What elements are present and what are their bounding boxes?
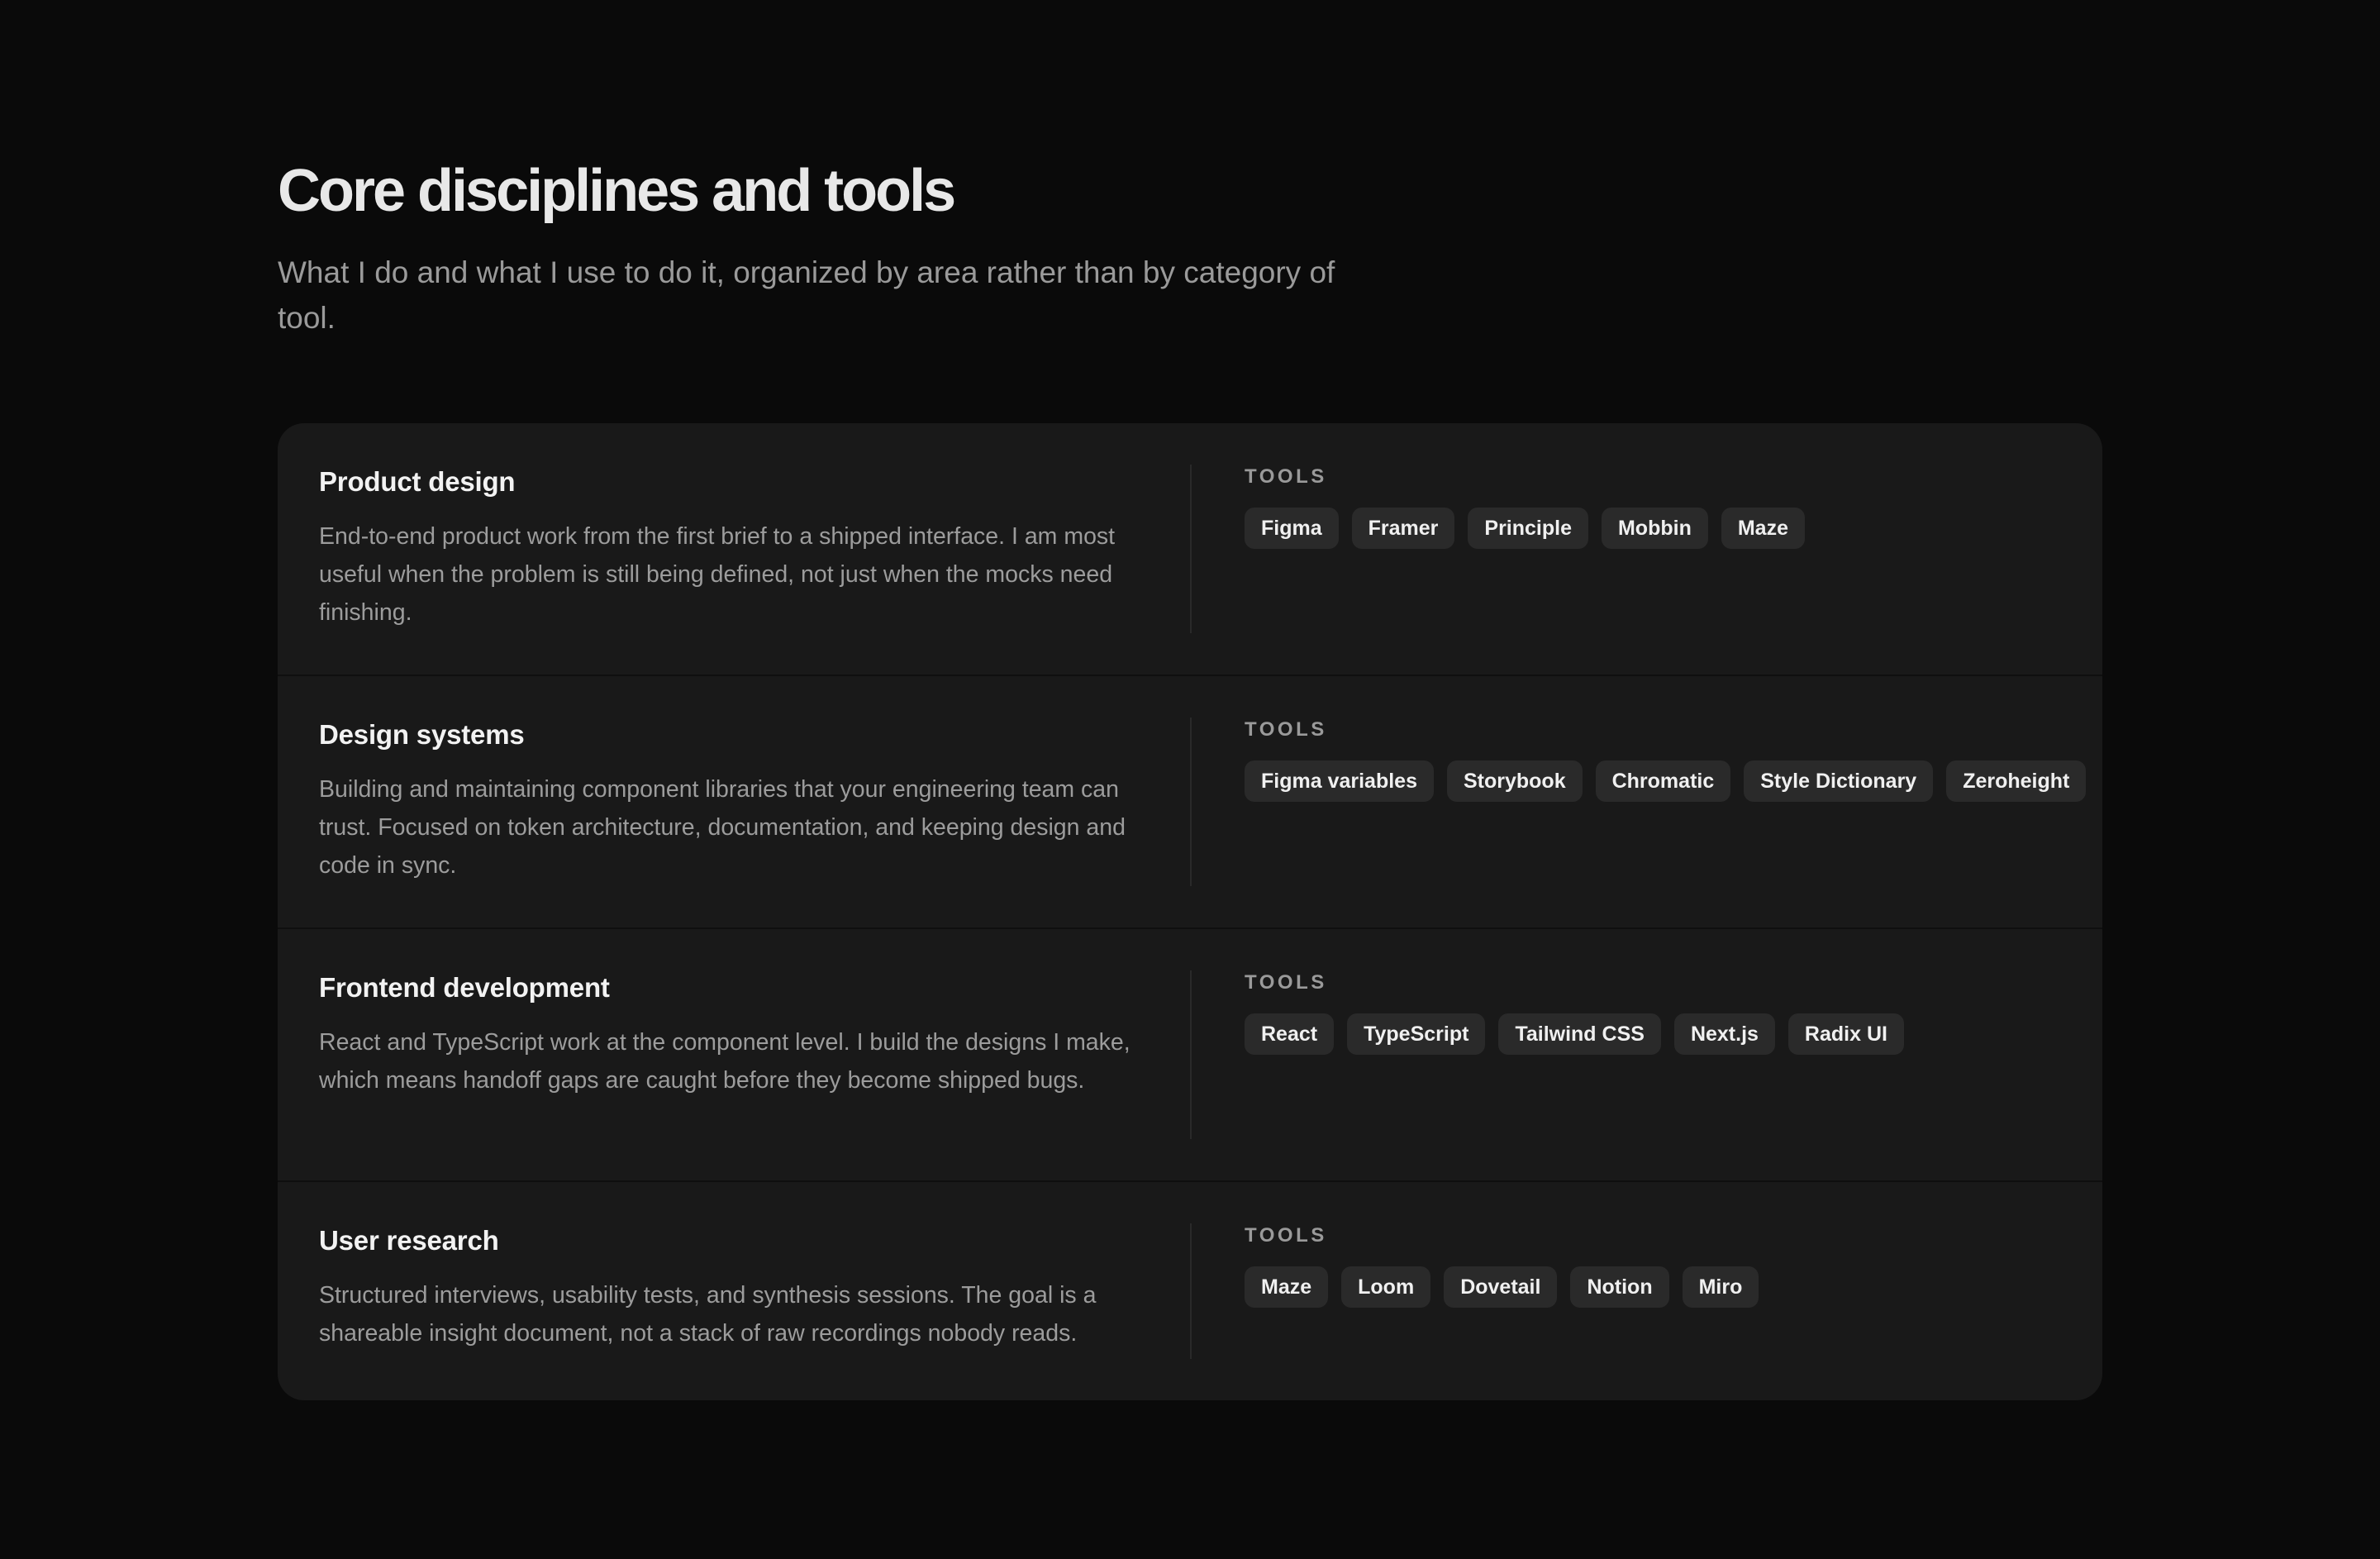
discipline-title: Frontend development: [319, 972, 610, 1003]
tool-tag: Style Dictionary: [1744, 760, 1934, 802]
tool-tag: Miro: [1682, 1266, 1759, 1308]
column-divider: [1190, 970, 1192, 1139]
tool-tag: Mobbin: [1601, 508, 1708, 549]
page-title: Core disciplines and tools: [278, 158, 956, 224]
discipline-info: Design systems Building and maintaining …: [319, 718, 1126, 884]
discipline-description: Building and maintaining component libra…: [319, 776, 1126, 879]
tool-tag: Principle: [1468, 508, 1588, 549]
tool-tag: Zeroheight: [1946, 760, 2087, 802]
tool-tag: Maze: [1245, 1266, 1329, 1308]
tool-tag: Next.js: [1673, 1013, 1775, 1055]
tools-section: TOOLS Figma variables Storybook Chromati…: [1245, 718, 2087, 802]
disciplines-card: Product design End-to-end product work f…: [278, 423, 2102, 1400]
discipline-info: Product design End-to-end product work f…: [319, 465, 1115, 632]
tools-label: TOOLS: [1245, 971, 1327, 994]
tools-label: TOOLS: [1245, 465, 1327, 488]
tool-tag-list: Maze Loom Dovetail Notion Miro: [1245, 1266, 1759, 1308]
tool-tag: Figma variables: [1245, 760, 1434, 802]
page-subtitle: What I do and what I use to do it, organ…: [278, 255, 1335, 335]
column-divider: [1190, 1223, 1192, 1359]
tool-tag: Loom: [1341, 1266, 1431, 1308]
tools-section: TOOLS Figma Framer Principle Mobbin Maze: [1245, 465, 1805, 549]
tool-tag-list: Figma Framer Principle Mobbin Maze: [1245, 508, 1805, 549]
tool-tag: Framer: [1351, 508, 1455, 549]
tools-label: TOOLS: [1245, 1224, 1327, 1247]
tool-tag: Maze: [1721, 508, 1805, 549]
discipline-title: Design systems: [319, 719, 525, 750]
discipline-description: React and TypeScript work at the compone…: [319, 1029, 1130, 1094]
tools-section: TOOLS React TypeScript Tailwind CSS Next…: [1245, 970, 1904, 1055]
discipline-description: End-to-end product work from the first b…: [319, 523, 1116, 626]
tool-tag: Notion: [1570, 1266, 1669, 1308]
discipline-description: Structured interviews, usability tests, …: [319, 1282, 1097, 1347]
tool-tag: Radix UI: [1787, 1013, 1904, 1055]
discipline-title: User research: [319, 1225, 499, 1256]
discipline-row-frontend-development: Frontend development React and TypeScrip…: [278, 929, 2102, 1182]
tool-tag-list: React TypeScript Tailwind CSS Next.js Ra…: [1245, 1013, 1904, 1055]
discipline-title: Product design: [319, 466, 516, 497]
discipline-row-design-systems: Design systems Building and maintaining …: [278, 676, 2102, 929]
tools-label: TOOLS: [1245, 718, 1327, 741]
tools-section: TOOLS Maze Loom Dovetail Notion Miro: [1245, 1223, 1759, 1308]
tool-tag: Chromatic: [1595, 760, 1731, 802]
discipline-info: User research Structured interviews, usa…: [319, 1223, 1112, 1352]
tool-tag: Dovetail: [1444, 1266, 1558, 1308]
tool-tag-list: Figma variables Storybook Chromatic Styl…: [1245, 760, 2087, 802]
tool-tag: React: [1245, 1013, 1335, 1055]
discipline-info: Frontend development React and TypeScrip…: [319, 970, 1130, 1099]
tool-tag: TypeScript: [1347, 1013, 1486, 1055]
tool-tag: Tailwind CSS: [1498, 1013, 1661, 1055]
discipline-row-user-research: User research Structured interviews, usa…: [278, 1182, 2102, 1400]
column-divider: [1190, 465, 1192, 633]
column-divider: [1190, 718, 1192, 886]
tool-tag: Figma: [1245, 508, 1339, 549]
tool-tag: Storybook: [1446, 760, 1583, 802]
discipline-row-product-design: Product design End-to-end product work f…: [278, 423, 2102, 676]
